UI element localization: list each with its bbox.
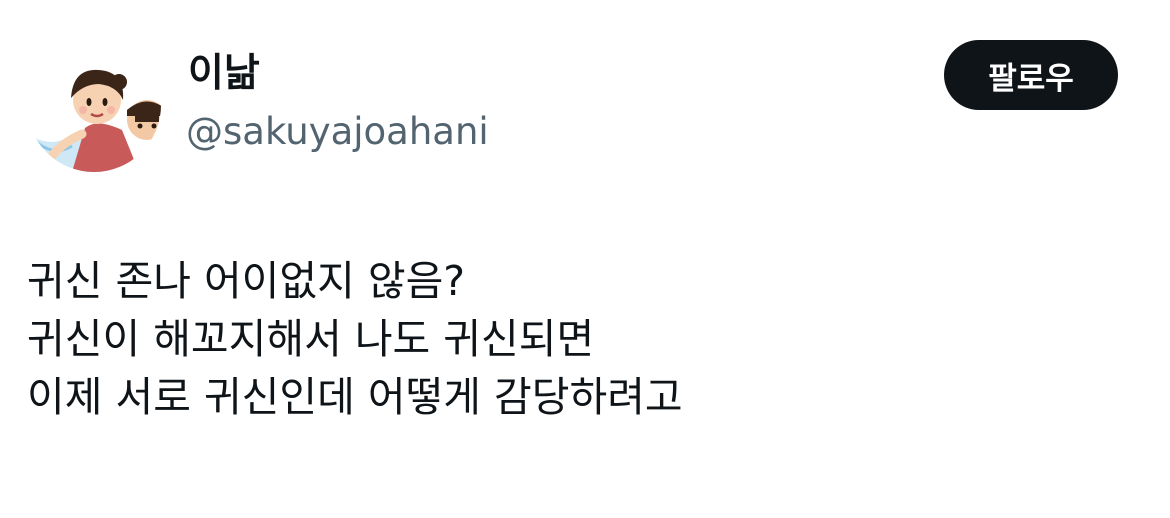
tweet-text: 귀신 존나 어이없지 않음? 귀신이 해꼬지해서 나도 귀신되면 이제 서로 귀… (27, 252, 1137, 426)
user-handle[interactable]: @sakuyajoahani (186, 108, 489, 156)
display-name[interactable]: 이낢 (188, 50, 260, 98)
avatar-illustration (27, 38, 161, 172)
avatar[interactable] (27, 38, 161, 172)
follow-button[interactable]: 팔로우 (944, 40, 1118, 110)
tweet-line: 귀신이 해꼬지해서 나도 귀신되면 (27, 315, 595, 363)
tweet-line: 귀신 존나 어이없지 않음? (27, 257, 466, 305)
tweet-line: 이제 서로 귀신인데 어떻게 감당하려고 (27, 373, 683, 421)
